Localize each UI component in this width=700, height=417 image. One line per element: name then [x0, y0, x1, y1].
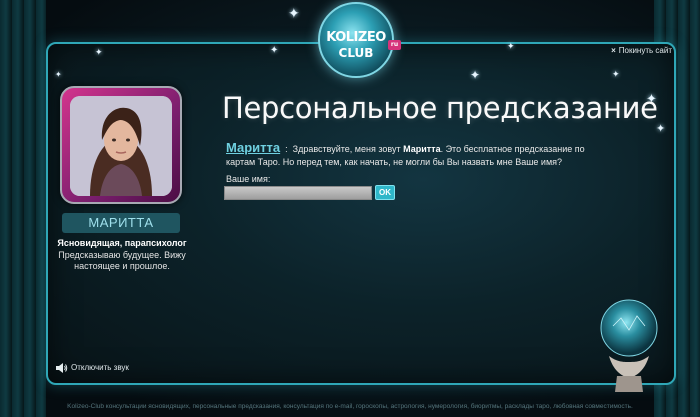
speaker-colon: :: [282, 144, 291, 154]
logo-top-text: KOLIZEO: [326, 30, 386, 45]
psychic-name: МАРИТТА: [62, 213, 180, 233]
avatar: [70, 96, 172, 196]
name-input[interactable]: [224, 186, 372, 200]
speaker-link[interactable]: Маритта: [226, 140, 280, 155]
page-title: Персональное предсказание: [222, 91, 658, 125]
chat-message: Маритта : Здравствуйте, меня зовут Марит…: [226, 141, 606, 169]
star-icon: ✦: [95, 48, 103, 58]
footer-text: Kolizeo-Club консультации ясновидящих, п…: [67, 403, 633, 410]
ok-button[interactable]: OK: [375, 185, 395, 200]
psychic-avatar-frame: [60, 86, 182, 204]
kolizeo-logo[interactable]: KOLIZEO CLUB ru: [318, 2, 401, 78]
star-icon: ✦: [288, 6, 300, 22]
name-field-label: Ваше имя:: [226, 174, 271, 184]
logo-badge: ru: [388, 40, 401, 50]
star-icon: ✦: [270, 45, 279, 56]
avatar-portrait-icon: [70, 96, 172, 196]
leave-site-label: Покинуть сайт: [618, 46, 672, 55]
star-icon: ✦: [55, 70, 62, 79]
close-icon: ×: [611, 46, 616, 55]
mute-sound-label: Отключить звук: [71, 363, 129, 373]
star-icon: ✦: [507, 42, 515, 52]
logo-bottom-text: CLUB: [338, 46, 374, 60]
psychic-role: Ясновидящая, парапсихолог: [57, 238, 187, 248]
message-part1: Здравствуйте, меня зовут: [292, 144, 401, 154]
leave-site-link[interactable]: × Покинуть сайт: [611, 46, 672, 55]
speaker-icon: [56, 363, 68, 373]
crystal-ball-icon: [600, 299, 658, 392]
psychic-tagline: Предсказываю будущее. Вижу настоящее и п…: [58, 250, 186, 271]
message-name: Маритта: [403, 144, 441, 154]
star-icon: ✦: [470, 68, 481, 82]
star-icon: ✦: [612, 70, 620, 80]
mute-sound-toggle[interactable]: Отключить звук: [56, 363, 129, 373]
curtain-left: [0, 0, 46, 417]
